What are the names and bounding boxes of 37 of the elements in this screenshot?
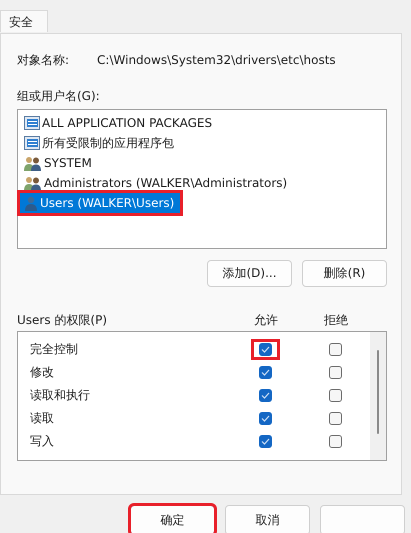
- list-item[interactable]: 所有受限制的应用程序包: [20, 133, 384, 153]
- users-icon: [24, 176, 42, 190]
- field-label: 对象名称:: [17, 52, 70, 68]
- permission-name: 读取和执行: [30, 387, 91, 404]
- checkbox[interactable]: [258, 343, 272, 356]
- checkbox[interactable]: [328, 343, 342, 356]
- list-item[interactable]: Users (WALKER\Users): [20, 193, 180, 213]
- list-item[interactable]: Administrators (WALKER\Administrators): [20, 173, 384, 193]
- dialog-button[interactable]: 确定: [130, 505, 215, 533]
- window-icon: [24, 116, 40, 130]
- checkbox[interactable]: [328, 412, 342, 425]
- checkbox[interactable]: [328, 389, 342, 402]
- dialog-button[interactable]: 取消: [225, 505, 310, 533]
- list-label: Users 的权限(P): [17, 312, 108, 328]
- checkbox[interactable]: [328, 435, 342, 448]
- checkbox[interactable]: [258, 435, 272, 448]
- users-icon: [24, 156, 42, 170]
- permission-name: 修改: [30, 364, 55, 381]
- column-header: 拒绝: [323, 312, 349, 328]
- checkbox[interactable]: [258, 412, 272, 425]
- scrollbar[interactable]: [370, 332, 386, 460]
- dialog-button[interactable]: 删除(R): [302, 260, 387, 287]
- permission-name: 写入: [30, 433, 55, 450]
- list-label: 组或用户名(G):: [17, 88, 101, 105]
- column-header: 允许: [253, 312, 279, 328]
- checkbox[interactable]: [258, 366, 272, 379]
- object-path: C:\Windows\System32\drivers\etc\hosts: [97, 53, 336, 67]
- list-item[interactable]: ALL APPLICATION PACKAGES: [20, 113, 384, 133]
- permission-name: 完全控制: [30, 341, 79, 358]
- permission-name: 读取: [30, 410, 55, 427]
- list-item[interactable]: SYSTEM: [20, 153, 384, 173]
- user-icon: [24, 196, 38, 210]
- checkbox[interactable]: [328, 366, 342, 379]
- dialog-button[interactable]: 添加(D)...: [207, 260, 292, 287]
- window-icon: [24, 136, 40, 150]
- tab[interactable]: 安全: [0, 10, 48, 32]
- checkbox[interactable]: [258, 389, 272, 402]
